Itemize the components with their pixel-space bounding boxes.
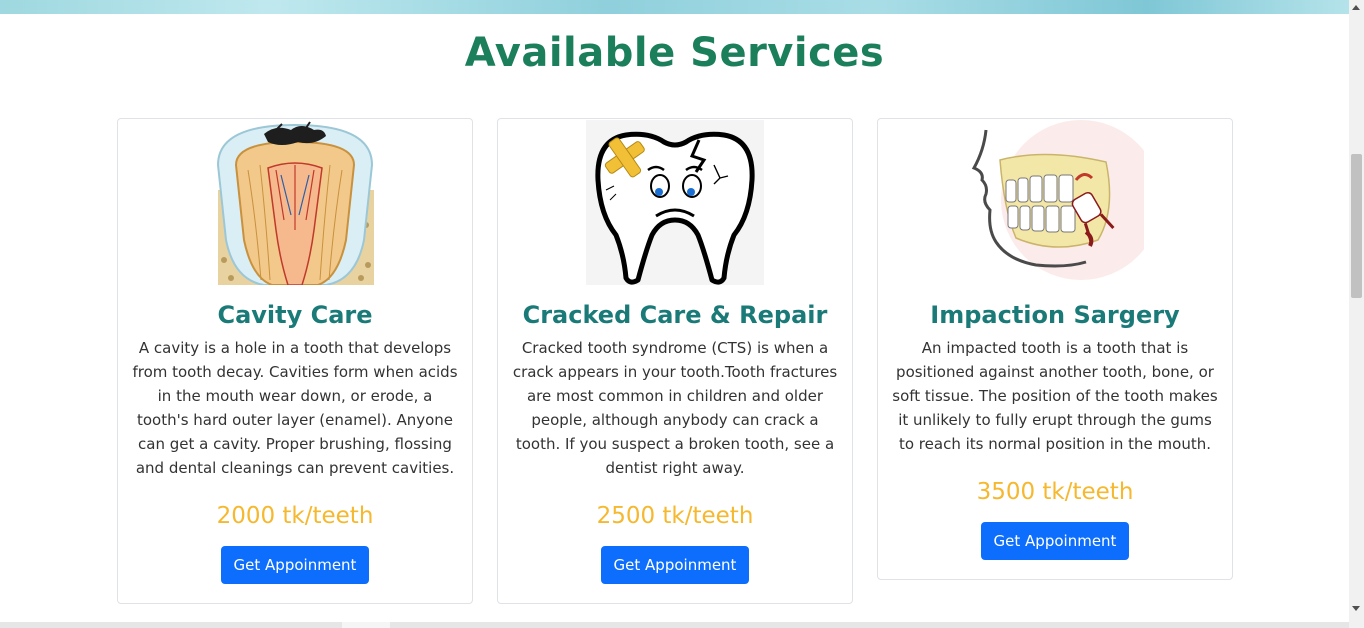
service-description: An impacted tooth is a tooth that is pos… xyxy=(892,339,1218,453)
service-title: Cracked Care & Repair xyxy=(522,301,828,329)
get-appointment-button[interactable]: Get Appoinment xyxy=(600,546,750,584)
header-banner xyxy=(0,0,1349,14)
service-card-cavity-care: Cavity Care A cavity is a hole in a toot… xyxy=(117,118,473,604)
service-price: 2500 tk/teeth xyxy=(596,503,754,529)
service-price: 2000 tk/teeth xyxy=(216,503,374,529)
get-appointment-button[interactable]: Get Appoinment xyxy=(220,546,370,584)
page-title: Available Services xyxy=(464,30,885,76)
horizontal-scrollbar-thumb[interactable] xyxy=(342,622,390,628)
horizontal-scrollbar[interactable] xyxy=(0,622,1349,628)
service-card-impaction-surgery: Impaction Sargery An impacted tooth is a… xyxy=(877,118,1233,580)
get-appointment-button[interactable]: Get Appoinment xyxy=(980,522,1130,560)
impacted-tooth-image xyxy=(966,120,1144,285)
tooth-cavity-image xyxy=(206,120,384,285)
service-description: A cavity is a hole in a tooth that devel… xyxy=(132,339,458,477)
scroll-down-arrow-icon[interactable] xyxy=(1352,606,1360,611)
service-description: Cracked tooth syndrome (CTS) is when a c… xyxy=(512,339,838,477)
vertical-scrollbar[interactable] xyxy=(1349,0,1364,628)
service-title: Impaction Sargery xyxy=(930,301,1180,329)
service-price: 3500 tk/teeth xyxy=(976,479,1134,505)
scroll-up-arrow-icon[interactable] xyxy=(1352,5,1360,10)
service-card-cracked-care: Cracked Care & Repair Cracked tooth synd… xyxy=(497,118,853,604)
cracked-tooth-image xyxy=(586,120,764,285)
service-title: Cavity Care xyxy=(217,301,373,329)
scrollbar-thumb[interactable] xyxy=(1351,154,1362,298)
